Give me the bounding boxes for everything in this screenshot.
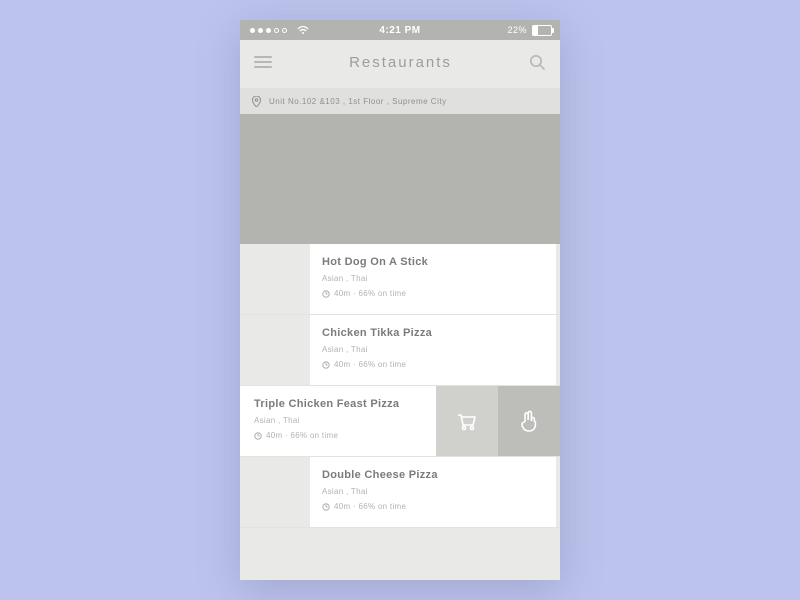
battery-icon [532, 25, 552, 36]
clock-icon [254, 432, 262, 440]
address-bar[interactable]: Unit No.102 &103 , 1st Floor , Supreme C… [240, 88, 560, 114]
clock-icon [322, 503, 330, 511]
restaurant-name: Chicken Tikka Pizza [322, 327, 546, 339]
clock-icon [322, 361, 330, 369]
cart-icon [454, 408, 480, 434]
restaurant-name: Double Cheese Pizza [322, 469, 546, 481]
restaurant-cuisine: Asian , Thai [322, 274, 546, 283]
like-button[interactable] [498, 386, 560, 456]
restaurant-stat-text: 40m · 66% on time [334, 502, 406, 511]
nav-bar: Restaurants [240, 40, 560, 84]
location-pin-icon [252, 96, 261, 107]
hero-image-placeholder [240, 114, 560, 244]
add-to-cart-button[interactable] [436, 386, 498, 456]
restaurant-cuisine: Asian , Thai [322, 345, 546, 354]
battery-percent: 22% [507, 25, 527, 35]
list-item[interactable]: Hot Dog On A Stick Asian , Thai 40m · 66… [240, 244, 560, 315]
restaurant-stat-text: 40m · 66% on time [266, 431, 338, 440]
row-edge [556, 244, 560, 314]
restaurant-stat-text: 40m · 66% on time [334, 360, 406, 369]
restaurant-list[interactable]: Hot Dog On A Stick Asian , Thai 40m · 66… [240, 244, 560, 528]
restaurant-stat: 40m · 66% on time [322, 360, 546, 369]
status-bar: 4:21 PM 22% [240, 20, 560, 40]
phone-frame: 4:21 PM 22% Restaurants Unit No.102 &103… [240, 20, 560, 580]
list-item[interactable]: Chicken Tikka Pizza Asian , Thai 40m · 6… [240, 315, 560, 386]
restaurant-stat: 40m · 66% on time [322, 502, 546, 511]
swipe-actions [436, 386, 560, 456]
clock-icon [322, 290, 330, 298]
menu-icon[interactable] [254, 56, 272, 68]
restaurant-thumbnail [240, 315, 310, 385]
search-icon[interactable] [529, 54, 546, 71]
restaurant-name: Triple Chicken Feast Pizza [254, 398, 426, 410]
peace-hand-icon [516, 408, 542, 434]
row-edge [556, 315, 560, 385]
restaurant-cuisine: Asian , Thai [254, 416, 426, 425]
restaurant-thumbnail [240, 457, 310, 527]
restaurant-thumbnail [240, 244, 310, 314]
restaurant-stat: 40m · 66% on time [322, 289, 546, 298]
restaurant-stat: 40m · 66% on time [254, 431, 426, 440]
restaurant-cuisine: Asian , Thai [322, 487, 546, 496]
restaurant-stat-text: 40m · 66% on time [334, 289, 406, 298]
list-item[interactable]: Double Cheese Pizza Asian , Thai 40m · 6… [240, 457, 560, 528]
list-item[interactable]: Triple Chicken Feast Pizza Asian , Thai … [240, 386, 560, 457]
row-edge [556, 457, 560, 527]
page-title: Restaurants [349, 54, 452, 71]
address-text: Unit No.102 &103 , 1st Floor , Supreme C… [269, 97, 447, 106]
restaurant-name: Hot Dog On A Stick [322, 256, 546, 268]
